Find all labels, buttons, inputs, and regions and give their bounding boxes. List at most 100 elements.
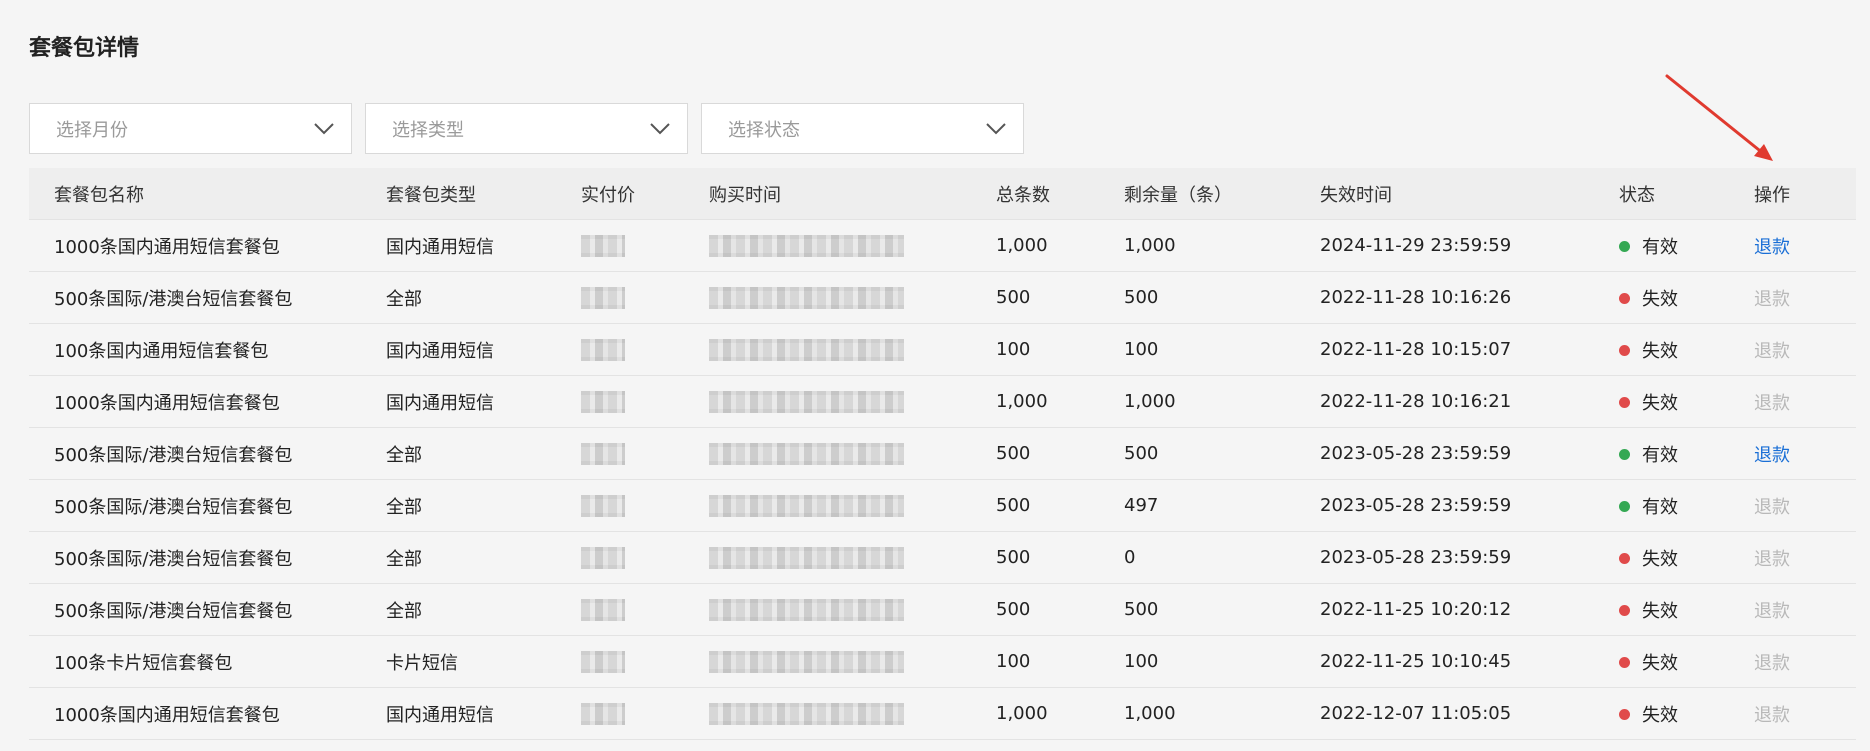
cell-purchase-time — [709, 479, 996, 532]
month-select-placeholder: 选择月份 — [56, 119, 128, 141]
redacted-price — [581, 494, 625, 517]
cell-type: 全部 — [386, 531, 581, 584]
status-dot-icon — [1619, 657, 1630, 668]
status-dot-icon — [1619, 397, 1630, 408]
redacted-price — [581, 702, 625, 725]
cell-expire-time: 2023-05-28 23:59:59 — [1320, 427, 1619, 480]
status-label: 失效 — [1642, 392, 1678, 414]
table-row: 100条卡片短信套餐包 卡片短信 100 100 2022-11-25 10:10:45… — [29, 635, 1856, 688]
cell-name: 500条国际/港澳台短信套餐包 — [29, 427, 386, 480]
header-action: 操作 — [1754, 168, 1856, 220]
cell-status: 失效 — [1619, 375, 1754, 428]
page-title: 套餐包详情 — [29, 36, 140, 61]
status-label: 失效 — [1642, 340, 1678, 362]
cell-action: 退款 — [1754, 219, 1856, 272]
redacted-purchase-time — [709, 598, 904, 621]
redacted-purchase-time — [709, 338, 904, 361]
cell-expire-time: 2022-11-28 10:16:26 — [1320, 271, 1619, 324]
cell-type: 全部 — [386, 427, 581, 480]
cell-price — [581, 375, 709, 428]
status-label: 失效 — [1642, 600, 1678, 622]
cell-remaining: 497 — [1124, 479, 1320, 532]
cell-total: 100 — [996, 323, 1124, 376]
cell-remaining: 1,000 — [1124, 687, 1320, 740]
table-header-row: 套餐包名称 套餐包类型 实付价 购买时间 总条数 剩余量（条） 失效时间 状态 … — [29, 168, 1856, 220]
filter-bar: 选择月份 选择类型 选择状态 — [29, 103, 1024, 154]
cell-remaining: 1,000 — [1124, 375, 1320, 428]
table-row: 1000条国内通用短信套餐包 国内通用短信 1,000 1,000 2022-12-07… — [29, 687, 1856, 740]
cell-purchase-time — [709, 323, 996, 376]
cell-type: 全部 — [386, 479, 581, 532]
cell-type: 全部 — [386, 271, 581, 324]
cell-price — [581, 219, 709, 272]
cell-name: 500条国际/港澳台短信套餐包 — [29, 479, 386, 532]
redacted-price — [581, 390, 625, 413]
status-dot-icon — [1619, 709, 1630, 720]
cell-type: 国内通用短信 — [386, 375, 581, 428]
cell-action: 退款 — [1754, 531, 1856, 584]
annotation-arrow-icon — [1665, 74, 1773, 161]
refund-button: 退款 — [1754, 652, 1790, 674]
cell-action: 退款 — [1754, 271, 1856, 324]
cell-purchase-time — [709, 375, 996, 428]
cell-action: 退款 — [1754, 323, 1856, 376]
cell-expire-time: 2023-05-28 23:59:59 — [1320, 479, 1619, 532]
cell-total: 500 — [996, 583, 1124, 636]
redacted-purchase-time — [709, 286, 904, 309]
cell-total: 100 — [996, 635, 1124, 688]
cell-price — [581, 427, 709, 480]
refund-button: 退款 — [1754, 704, 1790, 726]
cell-status: 失效 — [1619, 323, 1754, 376]
cell-action: 退款 — [1754, 583, 1856, 636]
cell-status: 失效 — [1619, 635, 1754, 688]
cell-expire-time: 2022-11-25 10:10:45 — [1320, 635, 1619, 688]
cell-expire-time: 2024-11-29 23:59:59 — [1320, 219, 1619, 272]
status-dot-icon — [1619, 293, 1630, 304]
table-row: 500条国际/港澳台短信套餐包 全部 500 497 2023-05-28 23:59:… — [29, 479, 1856, 532]
table-row: 1000条国内通用短信套餐包 国内通用短信 1,000 1,000 2024-11-29… — [29, 219, 1856, 272]
refund-button[interactable]: 退款 — [1754, 445, 1790, 466]
redacted-price — [581, 546, 625, 569]
package-details-page: 套餐包详情 选择月份 选择类型 选择状态 套餐包名称 套餐包类型 实付价 购买时… — [0, 0, 1870, 751]
cell-price — [581, 583, 709, 636]
cell-name: 100条卡片短信套餐包 — [29, 635, 386, 688]
status-label: 有效 — [1642, 496, 1678, 518]
status-dot-icon — [1619, 241, 1630, 252]
table-row: 100条国内通用短信套餐包 国内通用短信 100 100 2022-11-28 10:1… — [29, 323, 1856, 376]
refund-button: 退款 — [1754, 392, 1790, 414]
status-select-placeholder: 选择状态 — [728, 119, 800, 141]
cell-type: 国内通用短信 — [386, 687, 581, 740]
status-label: 失效 — [1642, 704, 1678, 726]
table-row: 500条国际/港澳台短信套餐包 全部 500 500 2023-05-28 23:59:… — [29, 427, 1856, 480]
cell-total: 1,000 — [996, 375, 1124, 428]
type-select-placeholder: 选择类型 — [392, 119, 464, 141]
cell-status: 失效 — [1619, 531, 1754, 584]
refund-button: 退款 — [1754, 600, 1790, 622]
cell-purchase-time — [709, 427, 996, 480]
cell-total: 1,000 — [996, 219, 1124, 272]
cell-type: 全部 — [386, 583, 581, 636]
cell-name: 1000条国内通用短信套餐包 — [29, 219, 386, 272]
cell-price — [581, 271, 709, 324]
status-select[interactable]: 选择状态 — [701, 103, 1024, 154]
status-label: 失效 — [1642, 652, 1678, 674]
month-select[interactable]: 选择月份 — [29, 103, 352, 154]
refund-button[interactable]: 退款 — [1754, 237, 1790, 258]
cell-total: 1,000 — [996, 687, 1124, 740]
refund-button: 退款 — [1754, 496, 1790, 518]
redacted-price — [581, 234, 625, 257]
package-table: 套餐包名称 套餐包类型 实付价 购买时间 总条数 剩余量（条） 失效时间 状态 … — [29, 168, 1856, 740]
cell-remaining: 500 — [1124, 583, 1320, 636]
cell-status: 失效 — [1619, 687, 1754, 740]
redacted-price — [581, 338, 625, 361]
type-select[interactable]: 选择类型 — [365, 103, 688, 154]
redacted-price — [581, 442, 625, 465]
cell-purchase-time — [709, 219, 996, 272]
cell-total: 500 — [996, 531, 1124, 584]
cell-name: 500条国际/港澳台短信套餐包 — [29, 271, 386, 324]
cell-expire-time: 2023-05-28 23:59:59 — [1320, 531, 1619, 584]
redacted-purchase-time — [709, 494, 904, 517]
status-label: 有效 — [1642, 236, 1678, 258]
cell-remaining: 1,000 — [1124, 219, 1320, 272]
cell-expire-time: 2022-11-28 10:16:21 — [1320, 375, 1619, 428]
